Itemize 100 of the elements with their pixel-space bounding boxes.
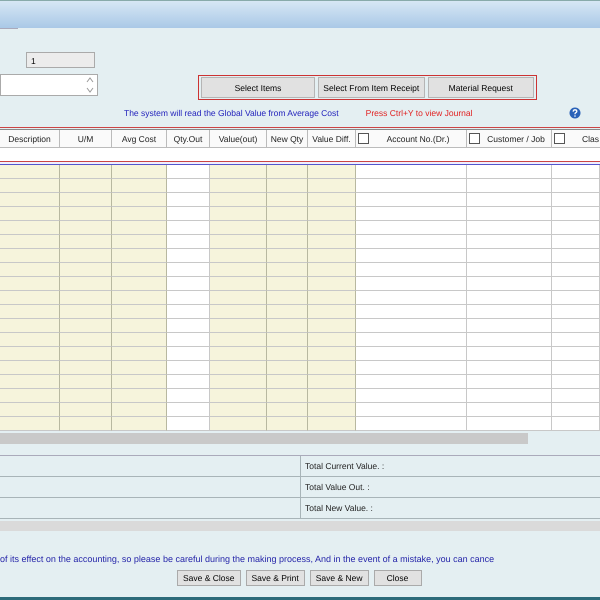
table-cell[interactable]: [112, 263, 167, 277]
table-cell[interactable]: [467, 193, 552, 207]
header-checkbox[interactable]: [358, 133, 369, 144]
table-cell[interactable]: [267, 389, 308, 403]
table-cell[interactable]: [356, 361, 467, 375]
table-cell[interactable]: [60, 221, 112, 235]
table-cell[interactable]: [356, 417, 467, 431]
table-cell[interactable]: [210, 263, 267, 277]
table-cell[interactable]: [267, 347, 308, 361]
table-cell[interactable]: [210, 305, 267, 319]
table-cell[interactable]: [267, 417, 308, 431]
toolbar-button[interactable]: Select Items: [201, 77, 315, 98]
table-cell[interactable]: [60, 179, 112, 193]
table-cell[interactable]: [467, 165, 552, 179]
table-cell[interactable]: [308, 361, 356, 375]
table-cell[interactable]: [467, 179, 552, 193]
table-cell[interactable]: [167, 403, 210, 417]
table-cell[interactable]: [210, 403, 267, 417]
table-cell[interactable]: [0, 319, 60, 333]
table-cell[interactable]: [356, 235, 467, 249]
table-cell[interactable]: [0, 347, 60, 361]
table-cell[interactable]: [0, 291, 60, 305]
table-cell[interactable]: [60, 305, 112, 319]
column-header[interactable]: Qty.Out: [167, 130, 210, 147]
help-icon[interactable]: [569, 107, 581, 119]
table-cell[interactable]: [112, 193, 167, 207]
table-cell[interactable]: [60, 263, 112, 277]
table-cell[interactable]: [60, 277, 112, 291]
table-cell[interactable]: [308, 249, 356, 263]
table-cell[interactable]: [112, 235, 167, 249]
table-cell[interactable]: [267, 361, 308, 375]
table-cell[interactable]: [167, 389, 210, 403]
table-cell[interactable]: [112, 179, 167, 193]
table-cell[interactable]: [467, 403, 552, 417]
table-cell[interactable]: [308, 263, 356, 277]
table-cell[interactable]: [308, 333, 356, 347]
number-field[interactable]: 1: [26, 52, 95, 68]
table-cell[interactable]: [356, 179, 467, 193]
table-cell[interactable]: [552, 375, 600, 389]
table-cell[interactable]: [552, 389, 600, 403]
table-cell[interactable]: [267, 165, 308, 179]
table-cell[interactable]: [356, 305, 467, 319]
table-cell[interactable]: [112, 221, 167, 235]
table-cell[interactable]: [60, 389, 112, 403]
table-cell[interactable]: [0, 221, 60, 235]
memo-field[interactable]: [0, 74, 98, 96]
table-cell[interactable]: [467, 305, 552, 319]
table-cell[interactable]: [267, 319, 308, 333]
table-cell[interactable]: [60, 235, 112, 249]
table-cell[interactable]: [552, 291, 600, 305]
table-cell[interactable]: [0, 403, 60, 417]
table-cell[interactable]: [60, 375, 112, 389]
table-cell[interactable]: [210, 417, 267, 431]
table-cell[interactable]: [356, 333, 467, 347]
table-cell[interactable]: [167, 263, 210, 277]
table-cell[interactable]: [167, 249, 210, 263]
table-cell[interactable]: [267, 221, 308, 235]
table-cell[interactable]: [210, 361, 267, 375]
table-cell[interactable]: [467, 417, 552, 431]
table-cell[interactable]: [210, 193, 267, 207]
table-cell[interactable]: [60, 207, 112, 221]
table-cell[interactable]: [308, 417, 356, 431]
table-cell[interactable]: [210, 165, 267, 179]
table-cell[interactable]: [0, 305, 60, 319]
column-header[interactable]: U/M: [60, 130, 112, 147]
table-cell[interactable]: [356, 347, 467, 361]
table-cell[interactable]: [308, 179, 356, 193]
table-cell[interactable]: [356, 403, 467, 417]
table-cell[interactable]: [552, 319, 600, 333]
table-cell[interactable]: [267, 291, 308, 305]
table-cell[interactable]: [112, 347, 167, 361]
table-cell[interactable]: [308, 319, 356, 333]
table-cell[interactable]: [0, 165, 60, 179]
table-cell[interactable]: [0, 263, 60, 277]
table-cell[interactable]: [112, 333, 167, 347]
table-cell[interactable]: [210, 389, 267, 403]
table-cell[interactable]: [0, 207, 60, 221]
table-cell[interactable]: [467, 277, 552, 291]
table-cell[interactable]: [60, 249, 112, 263]
table-cell[interactable]: [467, 319, 552, 333]
table-cell[interactable]: [210, 277, 267, 291]
table-cell[interactable]: [467, 361, 552, 375]
table-cell[interactable]: [308, 207, 356, 221]
table-cell[interactable]: [112, 375, 167, 389]
table-cell[interactable]: [167, 221, 210, 235]
column-header[interactable]: Description: [0, 130, 60, 147]
table-cell[interactable]: [210, 375, 267, 389]
table-cell[interactable]: [112, 389, 167, 403]
table-cell[interactable]: [467, 291, 552, 305]
table-cell[interactable]: [167, 319, 210, 333]
table-cell[interactable]: [267, 277, 308, 291]
table-cell[interactable]: [552, 179, 600, 193]
table-cell[interactable]: [467, 249, 552, 263]
table-cell[interactable]: [112, 305, 167, 319]
table-cell[interactable]: [210, 333, 267, 347]
table-cell[interactable]: [308, 389, 356, 403]
table-cell[interactable]: [0, 235, 60, 249]
table-cell[interactable]: [552, 361, 600, 375]
column-header[interactable]: Customer / Job: [467, 130, 552, 147]
table-cell[interactable]: [210, 249, 267, 263]
